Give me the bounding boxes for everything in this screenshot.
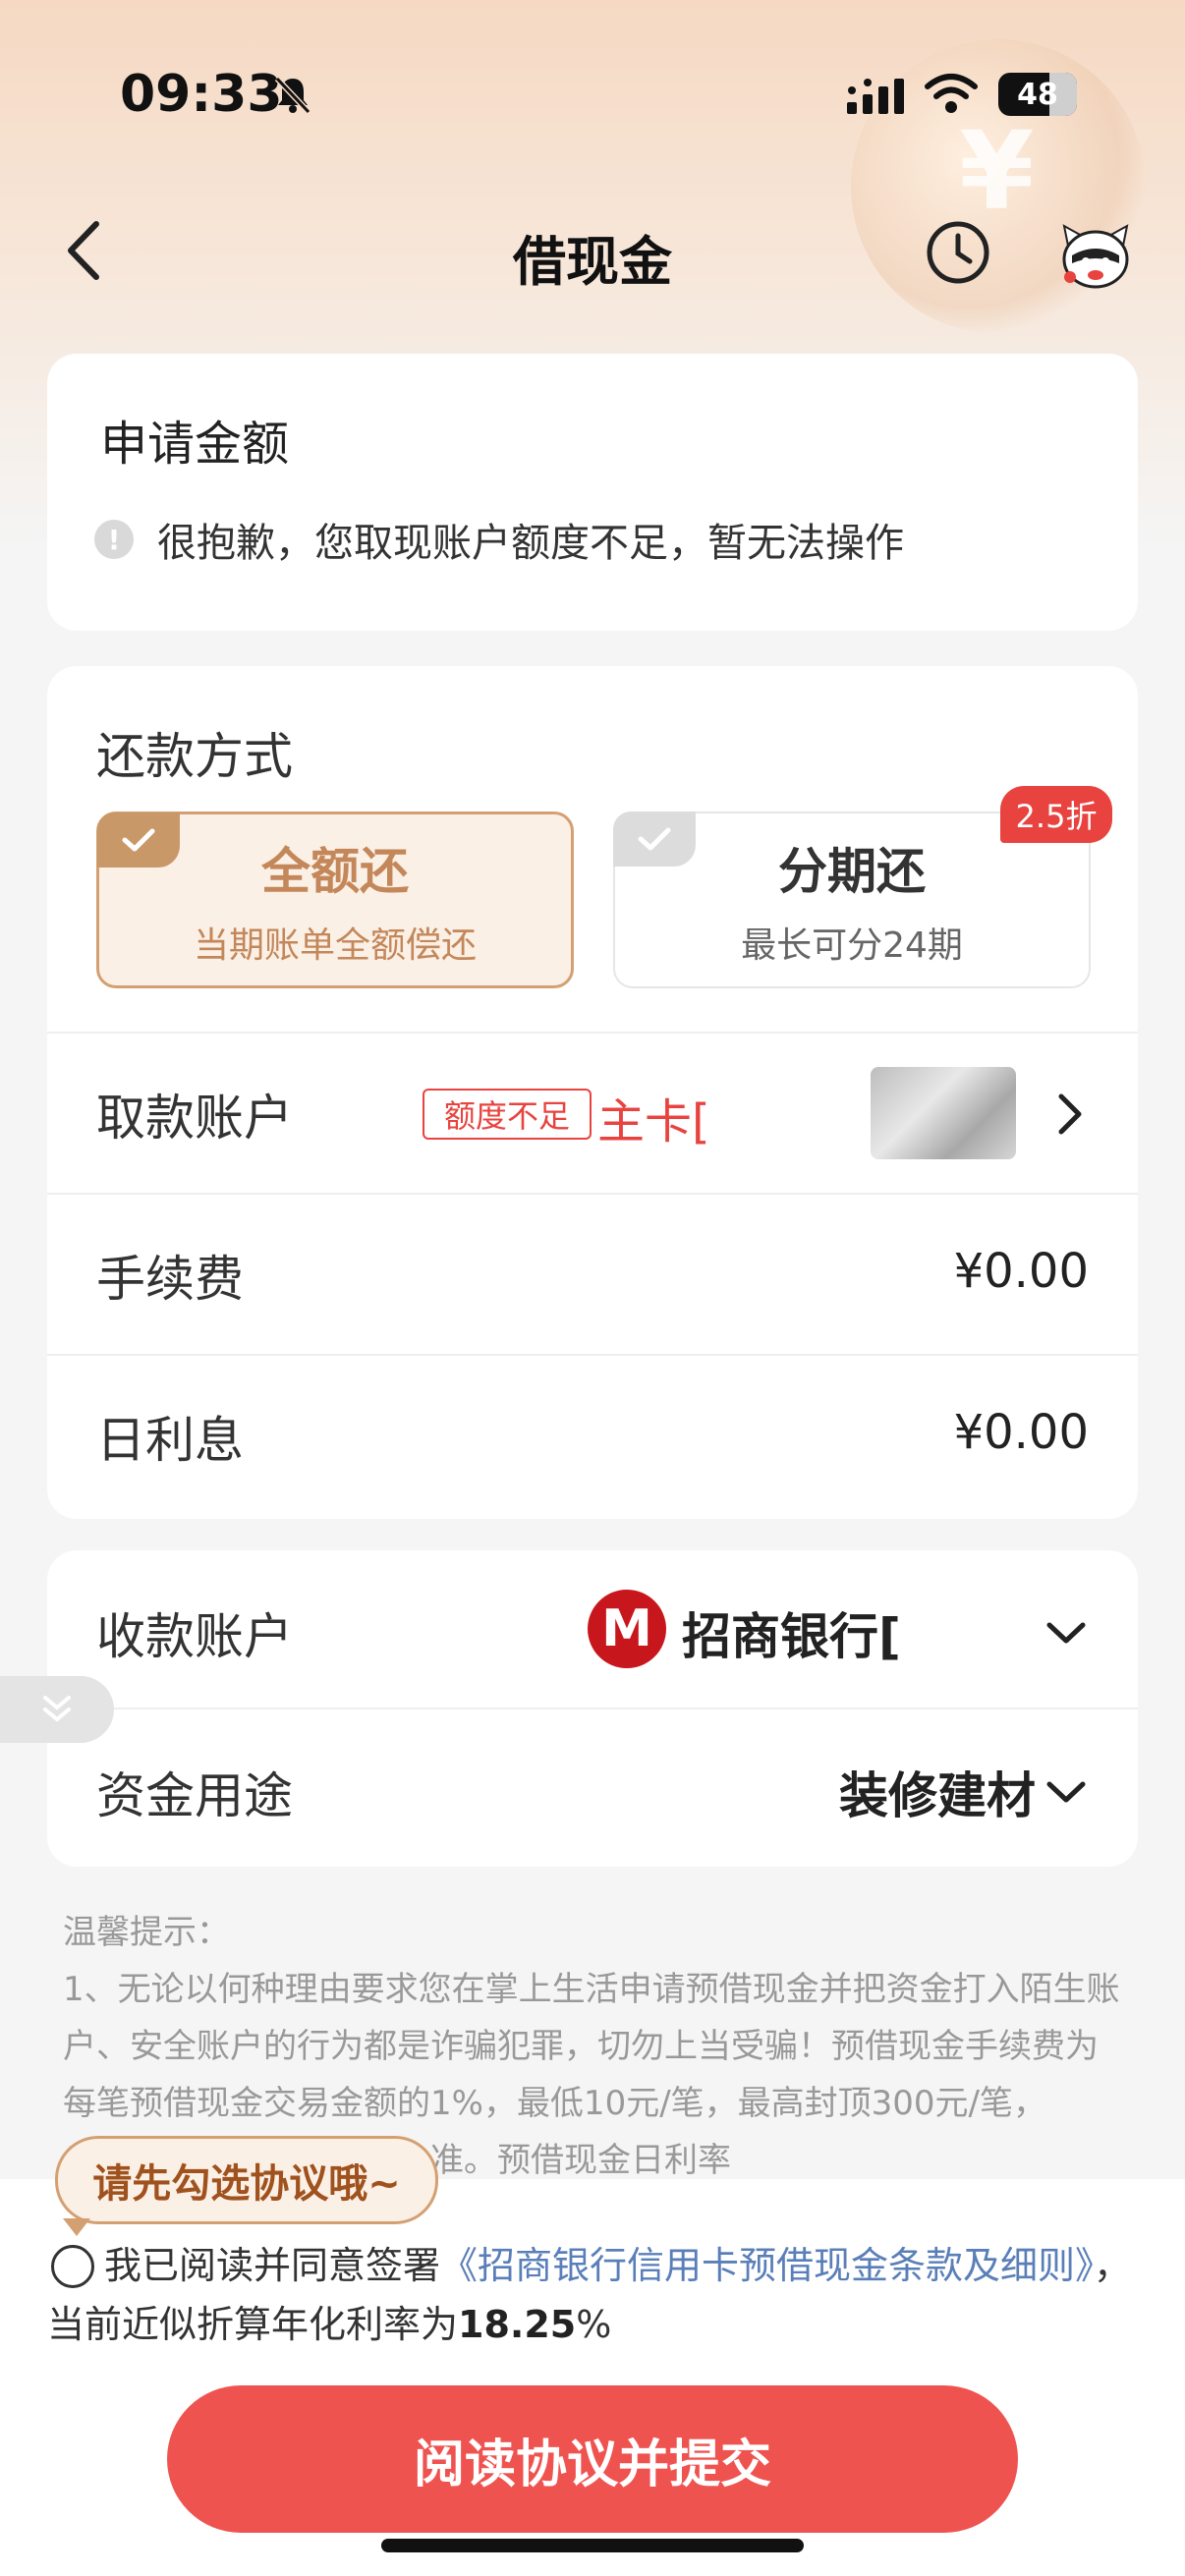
agree-tooltip: 请先勾选协议哦~ <box>55 2136 438 2224</box>
warning-text: 很抱歉，您取现账户额度不足，暂无法操作 <box>157 521 904 566</box>
wifi-icon <box>925 74 978 113</box>
mute-bell-icon <box>274 76 311 115</box>
option-title: 分期还 <box>778 843 926 900</box>
purpose-label: 资金用途 <box>96 1767 293 1824</box>
fee-value: ¥0.00 <box>953 1244 1089 1299</box>
chevron-down-icon[interactable] <box>1042 1613 1091 1652</box>
status-time: 09:33 <box>120 65 283 124</box>
fee-label: 手续费 <box>96 1251 244 1308</box>
insufficient-tag: 额度不足 <box>423 1089 592 1140</box>
cmb-logo-icon: M <box>588 1590 666 1668</box>
option-title: 全额还 <box>261 843 409 900</box>
apply-amount-heading: 申请金额 <box>100 417 290 472</box>
submit-button[interactable]: 阅读协议并提交 <box>167 2385 1018 2533</box>
receive-account-label: 收款账户 <box>96 1608 293 1665</box>
chevron-right-icon[interactable] <box>1049 1087 1089 1142</box>
interest-value: ¥0.00 <box>953 1405 1089 1460</box>
divider <box>47 1354 1138 1356</box>
agreement-link[interactable]: 《招商银行信用卡预借现金条款及细则》 <box>440 2244 1094 2287</box>
divider <box>47 1193 1138 1195</box>
check-icon <box>613 812 696 867</box>
apply-amount-card: 申请金额 ! 很抱歉，您取现账户额度不足，暂无法操作 <box>47 354 1138 631</box>
credit-card-image <box>871 1067 1016 1159</box>
signal-icon <box>847 79 904 114</box>
collapse-toggle[interactable] <box>0 1676 114 1743</box>
option-subtitle: 最长可分24期 <box>741 925 963 966</box>
exclamation-icon: ! <box>94 520 134 559</box>
agreement-text: 我已阅读并同意签署《招商银行信用卡预借现金条款及细则》，当前近似折算年化利率为1… <box>47 2244 1132 2346</box>
interest-label: 日利息 <box>96 1412 244 1469</box>
option-subtitle: 当期账单全额偿还 <box>193 925 477 966</box>
repay-option-full[interactable]: 全额还 当期账单全额偿还 <box>96 812 574 988</box>
insufficient-warning: ! 很抱歉，您取现账户额度不足，暂无法操作 <box>94 511 904 568</box>
masked-card-number <box>711 1075 859 1151</box>
tips-title: 温馨提示： <box>63 1913 230 1952</box>
divider <box>47 1032 1138 1034</box>
bank-name[interactable]: 招商银行[ <box>682 1597 901 1668</box>
receive-card: 收款账户 M 招商银行[ 资金用途 装修建材 <box>47 1550 1138 1867</box>
divider <box>47 1708 1138 1709</box>
page-title: 借现金 <box>513 231 672 293</box>
main-card-text: 主卡[ <box>597 1094 710 1149</box>
status-bar: 09:33 48 <box>0 0 1185 196</box>
mascot-avatar-icon[interactable] <box>1056 216 1135 295</box>
annual-rate: 18.25 <box>458 2303 577 2346</box>
discount-badge: 2.5折 <box>1000 786 1112 843</box>
purpose-value[interactable]: 装修建材 <box>839 1757 1036 1827</box>
withdraw-account-label: 取款账户 <box>96 1090 293 1147</box>
clock-history-icon[interactable] <box>924 218 992 287</box>
repay-card: 还款方式 全额还 当期账单全额偿还 分期还 最长可分24期 2.5折 取款账户 … <box>47 666 1138 1519</box>
agree-checkbox[interactable] <box>51 2245 94 2288</box>
chevron-down-icon[interactable] <box>1042 1772 1091 1812</box>
battery-indicator: 48 <box>998 73 1077 116</box>
tooltip-arrow <box>63 2218 90 2236</box>
repay-heading: 还款方式 <box>96 728 293 785</box>
home-indicator <box>381 2539 804 2552</box>
check-icon <box>97 812 180 868</box>
double-chevron-down-icon <box>43 1696 71 1722</box>
